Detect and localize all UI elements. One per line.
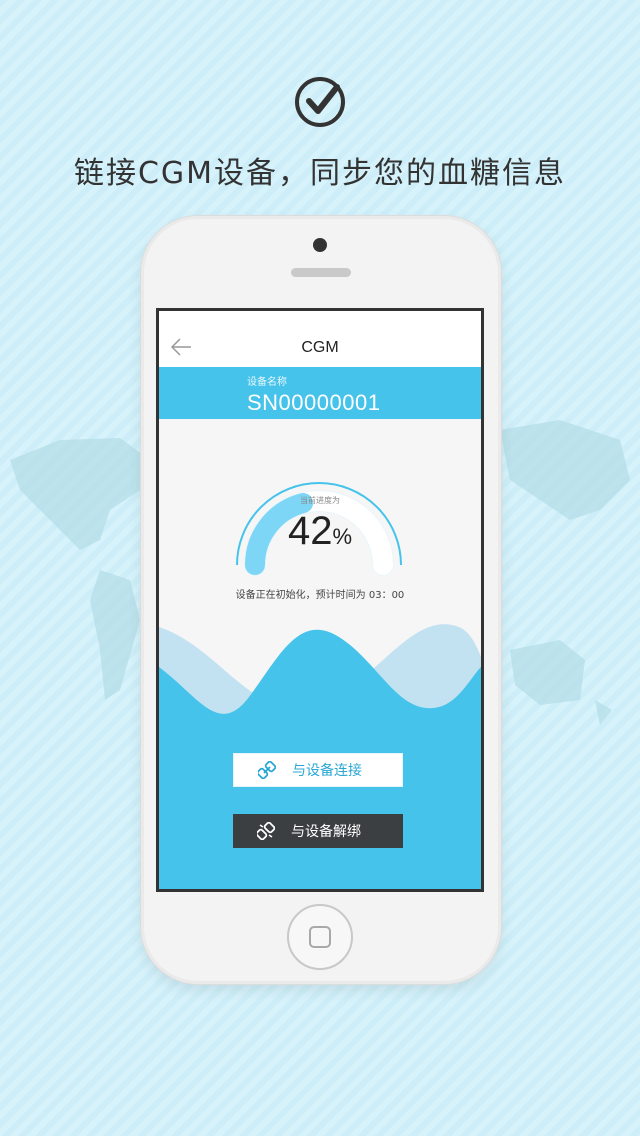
home-button[interactable]	[287, 904, 353, 970]
connect-device-label: 与设备连接	[292, 763, 362, 779]
device-name-label: 设备名称	[247, 377, 287, 388]
phone-speaker	[291, 268, 351, 277]
progress-value: 42%	[159, 509, 481, 554]
check-circle-icon	[295, 77, 345, 127]
broken-link-icon	[257, 822, 275, 840]
unbind-device-button[interactable]: 与设备解绑	[233, 814, 403, 848]
initialization-status: 设备正在初始化，预计时间为 03：00	[235, 590, 405, 601]
progress-gauge	[236, 482, 402, 576]
progress-number: 42	[287, 509, 333, 553]
progress-label: 当前进度为	[300, 496, 340, 505]
unbind-device-label: 与设备解绑	[291, 824, 361, 840]
app-screen: CGM 设备名称 SN00000001 当前进度为 42% 设备正在初始化，预计…	[159, 311, 481, 889]
progress-unit: %	[332, 524, 353, 549]
home-square-icon	[309, 926, 331, 948]
connect-device-button[interactable]: 与设备连接	[233, 753, 403, 787]
phone-screen: CGM 设备名称 SN00000001 当前进度为 42% 设备正在初始化，预计…	[156, 308, 484, 892]
device-serial-number: SN00000001	[247, 390, 381, 415]
link-icon	[258, 761, 276, 779]
nav-title: CGM	[301, 339, 339, 356]
navigation-bar: CGM	[159, 311, 481, 367]
phone-camera	[313, 238, 327, 252]
device-info-band: 设备名称 SN00000001	[159, 367, 481, 419]
promo-headline: 链接CGM设备，同步您的血糖信息	[73, 156, 567, 191]
